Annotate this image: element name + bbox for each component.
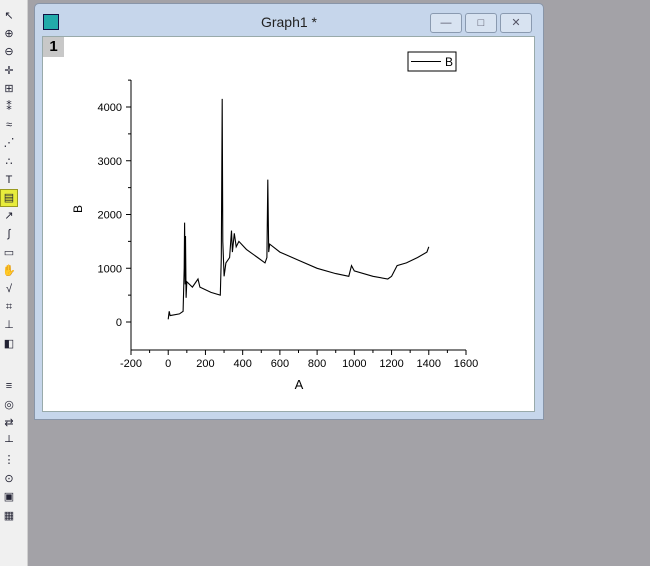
mask-icon[interactable]: ≈	[1, 117, 17, 133]
rotate-icon[interactable]: ◎	[1, 397, 17, 413]
zoom-out-icon[interactable]: ⊖	[1, 44, 17, 60]
x-tick-label: 0	[165, 358, 171, 370]
x-tick-label: 400	[233, 358, 251, 370]
folder-icon[interactable]: ▣	[1, 489, 17, 505]
rectangle-tool-icon[interactable]: ▭	[1, 245, 17, 261]
legend-add-icon[interactable]: ▤	[0, 189, 18, 207]
y-tick-label: 0	[116, 317, 122, 329]
x-tick-label: -200	[120, 358, 142, 370]
pan-hand-icon[interactable]: ✋	[1, 263, 17, 279]
3d-object-icon[interactable]: ◧	[1, 336, 17, 352]
merge-icon[interactable]: ⇄	[1, 415, 17, 431]
layer-tool-icon[interactable]: ⊥	[1, 317, 17, 333]
title-bar[interactable]: Graph1 * — □ ✕	[35, 4, 543, 34]
graph-page[interactable]: 1 -200 0 200 400 600 800 1000 1200 1400 1600 0 1000…	[42, 36, 535, 412]
pointer-icon[interactable]: ↖	[1, 8, 17, 24]
series-line-B	[167, 98, 430, 320]
plot-area[interactable]: -200 0 200 400 600 800 1000 1200 1400 1600 0 1000 20…	[43, 37, 534, 411]
minimize-button[interactable]: —	[430, 13, 462, 33]
color-palette-icon[interactable]: ≡	[1, 378, 17, 394]
x-tick-label: 200	[196, 358, 214, 370]
x-tick-label: 800	[308, 358, 326, 370]
worksheet-icon[interactable]: ⋮	[1, 452, 17, 468]
zoom-in-icon[interactable]: ⊕	[1, 26, 17, 42]
close-button[interactable]: ✕	[500, 13, 532, 33]
maximize-button[interactable]: □	[465, 13, 497, 33]
insert-equation-icon[interactable]: √	[1, 281, 17, 297]
insert-graph-icon[interactable]: ⌗	[1, 299, 17, 315]
axis-icon[interactable]: ┴	[1, 434, 17, 450]
data-reader-icon[interactable]: ⁑	[1, 99, 17, 115]
data-plot-icon[interactable]: ⊙	[1, 471, 17, 487]
x-tick-label: 600	[271, 358, 289, 370]
y-axis-label: B	[71, 205, 85, 213]
x-tick-label: 1600	[454, 358, 478, 370]
y-tick-label: 3000	[98, 156, 122, 168]
y-tick-label: 1000	[98, 263, 122, 275]
x-tick-label: 1400	[417, 358, 441, 370]
data-selector-icon[interactable]: ⊞	[1, 81, 17, 97]
scatter-points-icon[interactable]: ∴	[1, 154, 17, 170]
graph-window: Graph1 * — □ ✕ 1 -200 0 200 400 600 800 1000 12…	[34, 3, 544, 420]
curve-tool-icon[interactable]: ∫	[1, 226, 17, 242]
legend-entry: B	[445, 55, 453, 69]
tools-toolbar: ↖ ⊕ ⊖ ✛ ⊞ ⁑ ≈ ⋰ ∴ T ▤ ↗ ∫ ▭ ✋ √ ⌗ ⊥ ◧ ≡ ◎ ⇄ ┴ ⋮ ⊙ ▣ ▦	[0, 0, 28, 566]
text-tool-icon[interactable]: T	[1, 172, 17, 188]
table-icon[interactable]: ▦	[1, 508, 17, 524]
arrow-tool-icon[interactable]: ↗	[1, 208, 17, 224]
screen-reader-icon[interactable]: ✛	[1, 63, 17, 79]
x-axis-label: A	[295, 377, 304, 392]
x-tick-label: 1200	[379, 358, 403, 370]
x-tick-label: 1000	[342, 358, 366, 370]
y-tick-label: 4000	[98, 102, 122, 114]
draw-data-icon[interactable]: ⋰	[1, 135, 17, 151]
y-tick-label: 2000	[98, 210, 122, 222]
